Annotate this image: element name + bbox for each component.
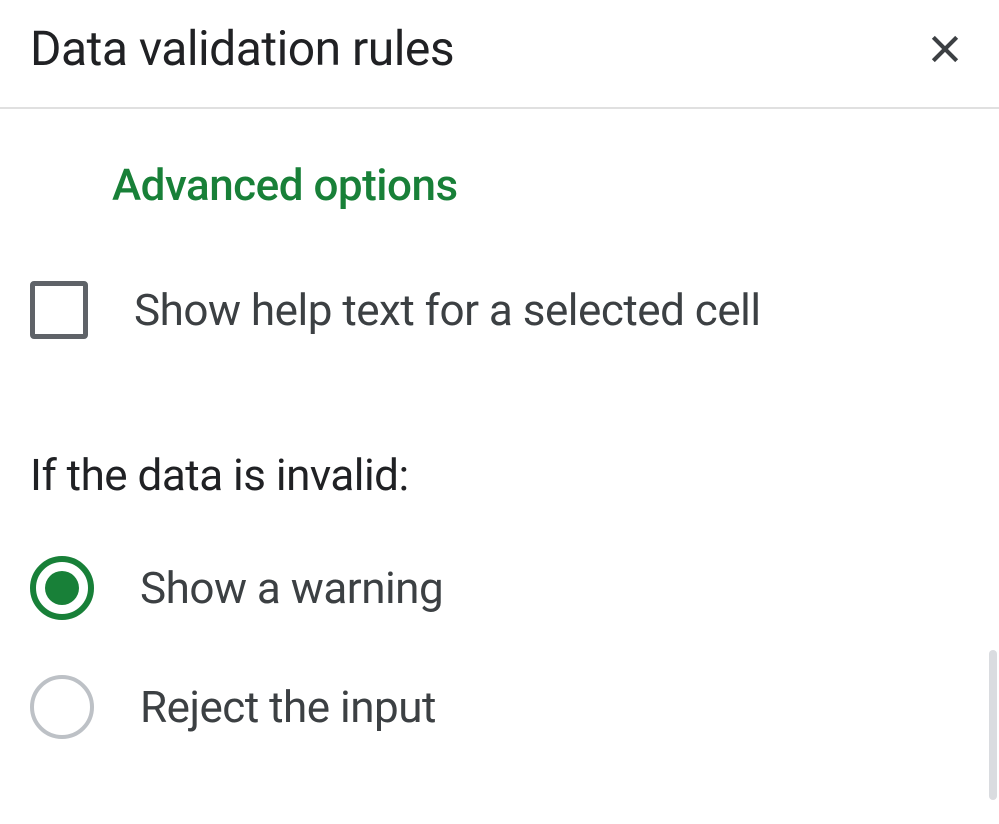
scrollbar[interactable] <box>989 650 997 800</box>
radio-show-warning[interactable]: Show a warning <box>30 556 969 620</box>
radio-show-warning-label: Show a warning <box>140 562 443 614</box>
show-help-text-option[interactable]: Show help text for a selected cell <box>30 281 969 339</box>
invalid-data-heading: If the data is invalid: <box>30 449 969 501</box>
radio-selected-icon <box>30 556 94 620</box>
radio-unselected-icon <box>30 675 94 739</box>
radio-reject-input[interactable]: Reject the input <box>30 675 969 739</box>
panel-content: Advanced options Show help text for a se… <box>0 109 999 824</box>
panel-header: Data validation rules <box>0 0 999 109</box>
radio-reject-input-label: Reject the input <box>140 681 436 733</box>
show-help-text-label: Show help text for a selected cell <box>134 284 761 336</box>
advanced-options-heading: Advanced options <box>112 159 969 211</box>
close-icon <box>925 29 965 69</box>
close-button[interactable] <box>921 25 969 73</box>
checkbox-unchecked-icon <box>30 281 88 339</box>
panel-title: Data validation rules <box>30 20 454 77</box>
